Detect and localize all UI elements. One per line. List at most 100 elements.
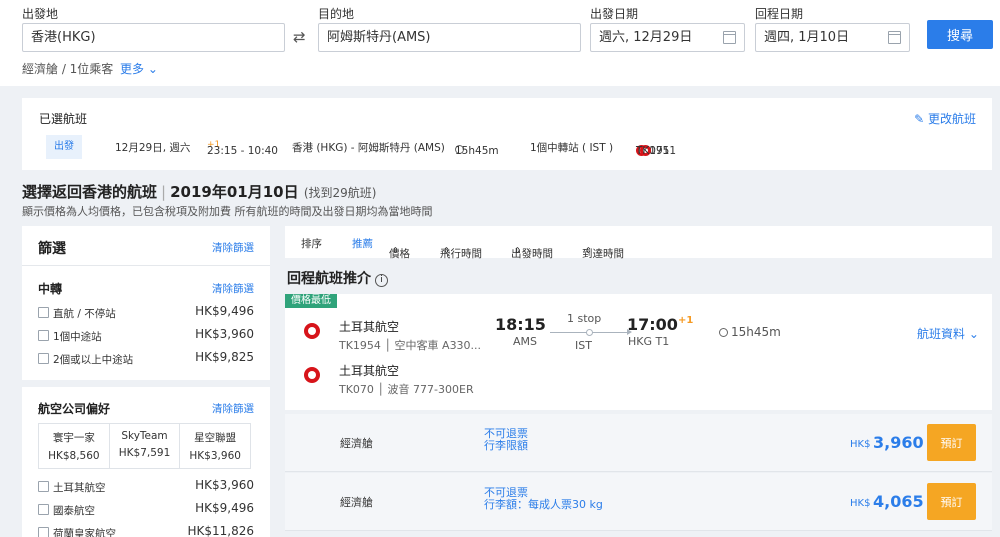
selected-time: 23:15 - 10:40 +1 <box>207 140 278 157</box>
checkbox[interactable] <box>38 307 49 318</box>
arrival-time-value: 17:00 <box>627 315 678 334</box>
turkish-airlines-logo-icon <box>304 367 320 383</box>
sort-recommended[interactable]: 推薦 <box>352 236 373 251</box>
calendar-icon[interactable] <box>888 31 901 44</box>
transfer-option-2stops[interactable]: 2個或以上中途站 HK$9,825 <box>38 350 254 368</box>
search-button[interactable]: 搜尋 <box>927 20 993 49</box>
sort-caret-icon: ⇕ <box>443 246 450 255</box>
option-price: HK$3,960 <box>195 327 254 341</box>
flight-info: TK070 │ 波音 777-300ER <box>339 383 474 396</box>
transfer-option-nonstop[interactable]: 直航 / 不停站 HK$9,496 <box>38 304 254 322</box>
chevron-down-icon: ⌄ <box>147 62 158 76</box>
fare-rules[interactable]: 不可退票 行李額：每成人票30 kg <box>484 487 603 511</box>
option-label: 1個中途站 <box>53 331 102 343</box>
checkbox[interactable] <box>38 504 49 515</box>
arrival-airport: HKG T1 <box>628 335 670 348</box>
search-bar: 出發地 香港(HKG) ⇄ 目的地 阿姆斯特丹(AMS) 出發日期 週六, 12… <box>0 0 1000 86</box>
selected-duration-value: 15h45m <box>455 145 499 157</box>
stop-count: 1 stop <box>567 312 602 325</box>
option-label: 2個或以上中途站 <box>53 354 134 366</box>
depart-tag: 出發 <box>46 135 82 159</box>
section-divider <box>22 380 270 387</box>
airline-name: 土耳其航空 <box>339 320 400 334</box>
more-options-link[interactable]: 更多 ⌄ <box>120 60 158 77</box>
book-button[interactable]: 預訂 <box>927 483 976 520</box>
alliance-oneworld[interactable]: 寰宇一家 HK$8,560 <box>39 424 110 468</box>
stop-airport: IST <box>575 339 592 352</box>
day-offset: +1 <box>677 315 694 326</box>
return-heading: 選擇返回香港的航班 | 2019年01月10日 (找到29航班) <box>22 181 376 202</box>
fare-rules[interactable]: 不可退票 行李限額 <box>484 428 528 452</box>
checkbox[interactable] <box>38 330 49 341</box>
flight-info: TK1954 │ 空中客車 A330... <box>339 339 482 352</box>
return-title: 選擇返回香港的航班 <box>22 183 158 201</box>
origin-input[interactable]: 香港(HKG) <box>22 23 285 52</box>
airline-option-cathay[interactable]: 國泰航空 HK$9,496 <box>38 501 254 519</box>
depart-date-input[interactable]: 週六, 12月29日 <box>590 23 745 52</box>
airline-option-klm[interactable]: 荷蘭皇家航空 HK$11,826 <box>38 524 254 537</box>
edit-icon: ✎ <box>914 112 925 126</box>
selected-flight-row: 出發 12月29日, 週六 23:15 - 10:40 +1 香港 (HKG) -… <box>22 135 992 159</box>
airline-option-turkish[interactable]: 土耳其航空 HK$3,960 <box>38 478 254 496</box>
destination-input[interactable]: 阿姆斯特丹(AMS) <box>318 23 581 52</box>
flight-number: TK1951 <box>636 145 677 157</box>
sort-bar: 排序 推薦 價格 ⇕ 飛行時間 ⇕ 出發時間 ⇕ 到達時間 ⇕ <box>285 226 992 260</box>
option-price: HK$9,825 <box>195 350 254 364</box>
flight-details-label: 航班資料 <box>917 327 966 341</box>
sort-caret-icon: ⇕ <box>585 246 592 255</box>
airline-name: 土耳其航空 <box>339 364 400 378</box>
flight-details-link[interactable]: 航班資料 ⌄ <box>917 325 979 342</box>
turkish-airlines-logo-icon <box>304 323 320 339</box>
filter-panel: 篩選 清除篩選 中轉 清除篩選 直航 / 不停站 HK$9,496 1個中途站 … <box>22 226 270 537</box>
option-label: 直航 / 不停站 <box>53 308 116 320</box>
alliance-selector: 寰宇一家 HK$8,560 SkyTeam HK$7,591 星空聯盟 HK$3… <box>38 423 251 469</box>
currency: HK$ <box>850 498 871 509</box>
selected-date: 12月29日, 週六 <box>115 142 191 154</box>
flight-duration-value: 15h45m <box>731 325 781 339</box>
calendar-icon[interactable] <box>723 31 736 44</box>
fare-row: 經濟艙 不可退票 行李額：每成人票30 kg HK$ 4,065 預訂 <box>285 473 992 531</box>
cabin-class: 經濟艙 <box>340 496 373 509</box>
sort-label: 排序 <box>301 238 322 250</box>
flight-card: 價格最低 土耳其航空 TK1954 │ 空中客車 A330... 土耳其航空 T… <box>285 294 992 410</box>
clear-all-filters-link[interactable]: 清除篩選 <box>212 240 254 255</box>
checkbox[interactable] <box>38 481 49 492</box>
return-date-input[interactable]: 週四, 1月10日 <box>755 23 910 52</box>
swap-icon[interactable]: ⇄ <box>293 28 306 46</box>
alliance-price: HK$7,591 <box>118 447 171 459</box>
selected-stops: 1個中轉站 ( IST ) <box>530 142 614 154</box>
clear-transfer-filter-link[interactable]: 清除篩選 <box>212 281 254 296</box>
recommend-title-text: 回程航班推介 <box>287 271 371 287</box>
sort-caret-icon: ⇕ <box>514 246 521 255</box>
alliance-star[interactable]: 星空聯盟 HK$3,960 <box>180 424 250 468</box>
selected-flight-title: 已選航班 <box>39 112 88 126</box>
return-date-label: 回程日期 <box>755 7 804 21</box>
more-label: 更多 <box>120 62 145 76</box>
change-flight-link[interactable]: ✎ 更改航班 <box>914 110 976 127</box>
selected-flight-panel: 已選航班 ✎ 更改航班 出發 12月29日, 週六 23:15 - 10:40 +… <box>22 98 992 170</box>
transfer-option-1stop[interactable]: 1個中途站 HK$3,960 <box>38 327 254 345</box>
price-note: 顯示價格為人均價格，已包含稅項及附加費 所有航班的時間及出發日期均為當地時間 <box>22 205 433 218</box>
checkbox[interactable] <box>38 527 49 537</box>
baggage-rule: 行李額：每成人票30 kg <box>484 498 603 511</box>
stop-line <box>550 329 632 336</box>
results-count: (找到29航班) <box>303 186 377 200</box>
arrival-time: 17:00+1 <box>627 315 693 334</box>
destination-label: 目的地 <box>318 7 355 21</box>
return-date: 2019年01月10日 <box>170 183 299 201</box>
checkbox[interactable] <box>38 353 49 364</box>
fare-price: 4,065 <box>873 492 924 511</box>
alliance-name: 星空聯盟 <box>194 432 237 444</box>
baggage-rule: 行李限額 <box>484 439 528 452</box>
alliance-skyteam[interactable]: SkyTeam HK$7,591 <box>110 424 181 468</box>
departure-time: 18:15 <box>495 315 546 334</box>
heading-separator: | <box>161 183 167 201</box>
option-label: 荷蘭皇家航空 <box>53 528 116 537</box>
clear-airline-filter-link[interactable]: 清除篩選 <box>212 401 254 416</box>
chevron-down-icon: ⌄ <box>968 327 979 341</box>
info-icon[interactable]: i <box>375 274 388 287</box>
book-button[interactable]: 預訂 <box>927 424 976 461</box>
passenger-selector[interactable]: 經濟艙 / 1位乘客 <box>22 60 113 77</box>
fare-row: 經濟艙 不可退票 行李限額 HK$ 3,960 預訂 <box>285 414 992 472</box>
option-price: HK$3,960 <box>195 478 254 492</box>
